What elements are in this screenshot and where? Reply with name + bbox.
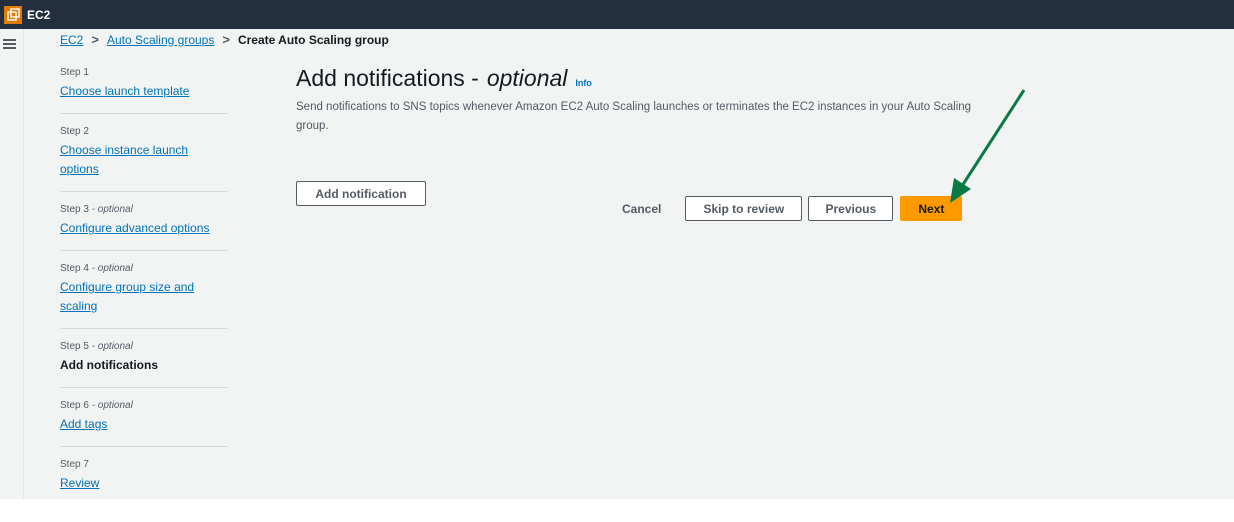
wizard-step-current: Step 5 - optional Add notifications xyxy=(60,341,228,388)
breadcrumb-separator-icon: > xyxy=(91,32,99,47)
wizard-step: Step 4 - optional Configure group size a… xyxy=(60,263,228,329)
step-current-add-notifications: Add notifications xyxy=(60,358,158,372)
hamburger-menu-icon[interactable] xyxy=(3,39,16,49)
wizard-step: Step 1 Choose launch template xyxy=(60,67,228,114)
cancel-button[interactable]: Cancel xyxy=(622,202,661,216)
page-title-optional: optional xyxy=(486,65,568,91)
breadcrumb-ec2[interactable]: EC2 xyxy=(60,33,83,47)
left-rail xyxy=(0,29,24,499)
main-content-area: EC2 > Auto Scaling groups > Create Auto … xyxy=(24,29,1234,499)
step-number: Step 7 xyxy=(60,459,89,470)
page-title: Add notifications - optional Info xyxy=(296,65,996,92)
wizard-step: Step 3 - optional Configure advanced opt… xyxy=(60,204,228,251)
wizard-step: Step 6 - optional Add tags xyxy=(60,400,228,447)
top-navigation-bar: EC2 xyxy=(0,0,1234,29)
breadcrumb: EC2 > Auto Scaling groups > Create Auto … xyxy=(60,32,389,47)
page-description: Send notifications to SNS topics wheneve… xyxy=(296,101,972,132)
step-link-choose-launch-template[interactable]: Choose launch template xyxy=(60,82,228,101)
step-number: Step 4 - optional xyxy=(60,263,133,274)
previous-button[interactable]: Previous xyxy=(808,196,894,221)
step-link-review[interactable]: Review xyxy=(60,474,228,493)
step-number: Step 6 - optional xyxy=(60,400,133,411)
step-link-configure-advanced-options[interactable]: Configure advanced options xyxy=(60,219,228,238)
breadcrumb-current: Create Auto Scaling group xyxy=(237,32,389,47)
bottom-strip xyxy=(0,499,1234,522)
wizard-step: Step 2 Choose instance launch options xyxy=(60,126,228,192)
page-title-text: Add notifications - xyxy=(296,65,479,91)
step-link-add-tags[interactable]: Add tags xyxy=(60,415,228,434)
step-number: Step 5 - optional xyxy=(60,341,133,352)
step-number: Step 3 - optional xyxy=(60,204,133,215)
step-link-configure-group-size[interactable]: Configure group size and scaling xyxy=(60,278,200,316)
skip-to-review-button[interactable]: Skip to review xyxy=(685,196,803,221)
add-notification-button[interactable]: Add notification xyxy=(296,181,426,206)
breadcrumb-separator-icon: > xyxy=(222,32,230,47)
info-link[interactable]: Info xyxy=(575,78,592,88)
wizard-actions: Cancel Skip to review Previous Next xyxy=(622,196,963,221)
breadcrumb-auto-scaling-groups[interactable]: Auto Scaling groups xyxy=(107,33,214,47)
wizard-steps-nav: Step 1 Choose launch template Step 2 Cho… xyxy=(60,67,228,517)
service-name[interactable]: EC2 xyxy=(27,8,50,22)
ec2-service-icon[interactable] xyxy=(4,5,22,24)
step-number: Step 1 xyxy=(60,67,89,78)
notifications-panel: Add notifications - optional Info Send n… xyxy=(296,65,996,206)
step-number: Step 2 xyxy=(60,126,89,137)
step-link-choose-instance-launch-options[interactable]: Choose instance launch options xyxy=(60,141,228,179)
next-button[interactable]: Next xyxy=(900,196,963,221)
